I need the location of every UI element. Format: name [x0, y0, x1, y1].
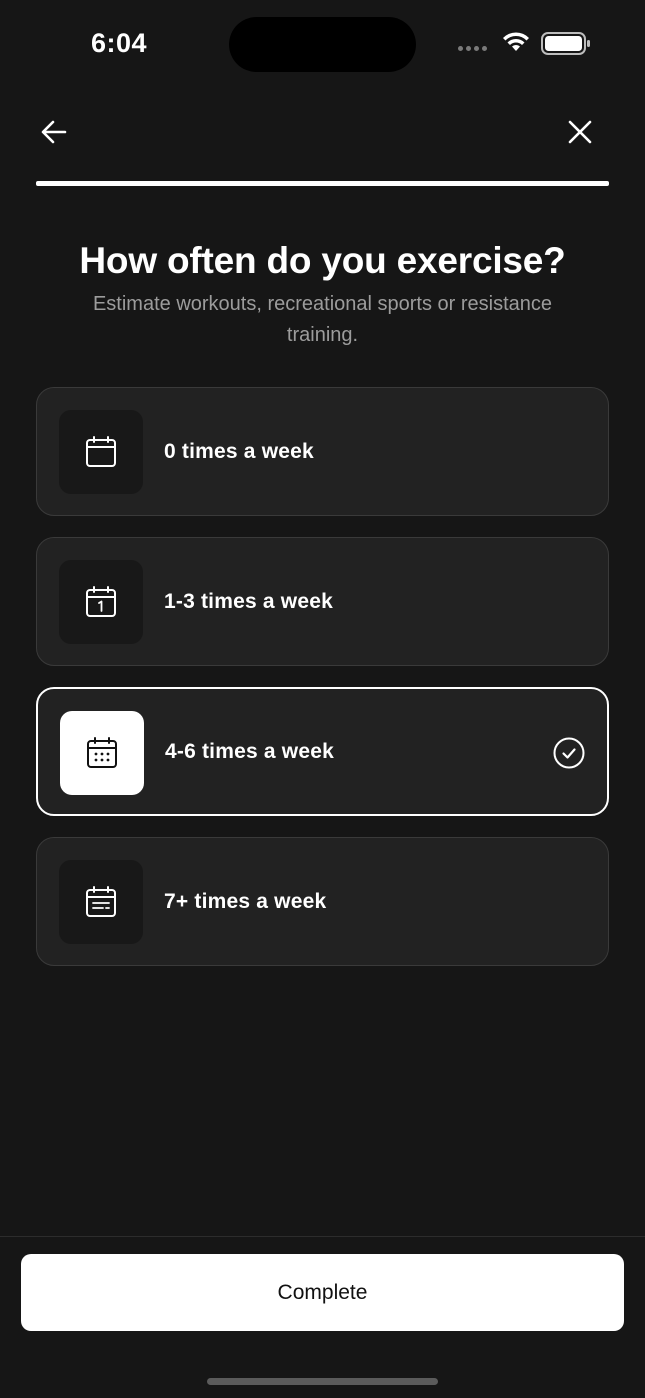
arrow-left-icon — [41, 120, 67, 144]
option-label: 4-6 times a week — [165, 739, 334, 763]
progress-fill — [36, 181, 609, 186]
progress-bar — [36, 181, 609, 186]
page-title: How often do you exercise? — [79, 240, 566, 281]
option-4-6-times[interactable]: 4-6 times a week — [36, 687, 609, 816]
option-0-times[interactable]: 0 times a week — [36, 387, 609, 516]
option-icon-container — [60, 711, 144, 795]
check-circle-icon — [553, 737, 585, 769]
status-bar: 6:04 — [0, 0, 645, 90]
home-indicator — [207, 1378, 438, 1385]
option-icon-container — [59, 860, 143, 944]
close-icon — [568, 120, 592, 144]
footer-divider — [0, 1236, 645, 1237]
option-icon-container — [59, 410, 143, 494]
option-1-3-times[interactable]: 1-3 times a week — [36, 537, 609, 666]
battery-icon — [541, 32, 590, 55]
cellular-signal-icon — [458, 46, 487, 51]
option-label: 7+ times a week — [164, 889, 327, 913]
wifi-icon — [503, 32, 529, 51]
dynamic-island — [229, 17, 416, 72]
complete-button[interactable]: Complete — [21, 1254, 624, 1331]
close-button[interactable] — [562, 114, 598, 150]
calendar-one-icon — [86, 586, 116, 617]
option-label: 0 times a week — [164, 439, 314, 463]
option-7-plus-times[interactable]: 7+ times a week — [36, 837, 609, 966]
option-icon-container — [59, 560, 143, 644]
status-time: 6:04 — [91, 28, 148, 58]
back-button[interactable] — [36, 114, 72, 150]
option-label: 1-3 times a week — [164, 589, 333, 613]
page-subtitle: Estimate workouts, recreational sports o… — [92, 293, 553, 346]
calendar-lines-icon — [86, 886, 116, 917]
calendar-dots-icon — [87, 737, 117, 768]
options-list: 0 times a week 1-3 times a week 4-6 time… — [36, 387, 609, 987]
calendar-empty-icon — [86, 436, 116, 467]
